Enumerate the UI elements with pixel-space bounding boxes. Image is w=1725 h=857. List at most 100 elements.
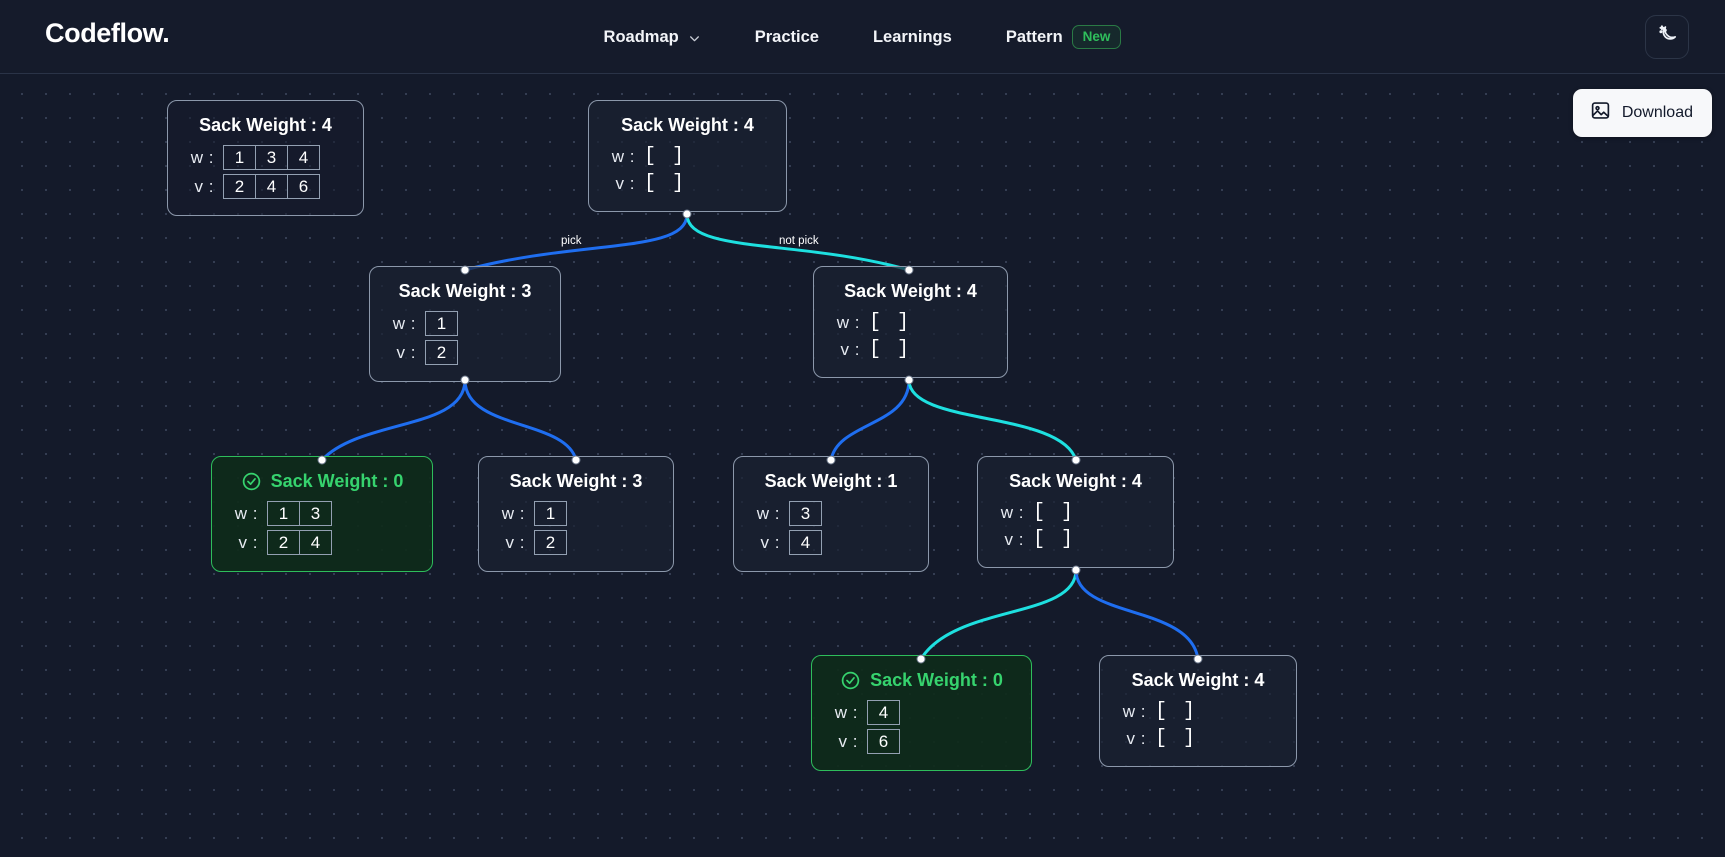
node-title-text: Sack Weight : 4: [844, 281, 977, 302]
array-row: w :1: [499, 501, 653, 526]
array-cell: 2: [223, 174, 256, 199]
array-row: v :4: [754, 530, 908, 555]
array-key: w :: [754, 504, 780, 524]
image-icon: [1590, 100, 1611, 126]
check-circle-icon: [241, 471, 262, 492]
edge-pick: [1076, 570, 1198, 659]
node-title-text: Sack Weight : 0: [271, 471, 404, 492]
empty-array: [ ]: [1155, 700, 1197, 723]
array-cells: 6: [867, 729, 900, 754]
node-handle[interactable]: [461, 376, 470, 385]
navbar: Codeflow. Roadmap Practice Learnings Pat…: [0, 0, 1725, 74]
node-handle[interactable]: [461, 266, 470, 275]
node-title: Sack Weight : 4: [834, 281, 987, 302]
tree-node-n-rl[interactable]: Sack Weight : 1 w : 3 v :4: [733, 456, 929, 572]
array-key: w :: [832, 703, 858, 723]
node-title-text: Sack Weight : 4: [1132, 670, 1265, 691]
array-key: v :: [834, 340, 860, 360]
array-key: v :: [998, 530, 1024, 550]
empty-array: [ ]: [644, 145, 686, 168]
array-row: w : 3: [754, 501, 908, 526]
edge-not-pick: [921, 570, 1076, 659]
edge-pick: [322, 380, 465, 460]
tree-node-root[interactable]: Sack Weight : 4w :[ ]v :[ ]: [588, 100, 787, 212]
array-cell: 2: [267, 530, 300, 555]
array-row: w : 4: [832, 700, 1011, 725]
array-cells: 24: [267, 530, 332, 555]
node-handle[interactable]: [683, 210, 692, 219]
array-key: w :: [188, 148, 214, 168]
node-handle[interactable]: [905, 266, 914, 275]
array-cells: 3: [789, 501, 822, 526]
flow-canvas[interactable]: pick not pick Sack Weight : 4w :134v :24…: [0, 74, 1725, 857]
array-row: v :6: [832, 729, 1011, 754]
node-title-text: Sack Weight : 4: [621, 115, 754, 136]
array-row: v :[ ]: [1120, 727, 1276, 750]
array-row: v :2: [390, 340, 540, 365]
array-key: w :: [390, 314, 416, 334]
array-cells: 246: [223, 174, 320, 199]
array-cell: 2: [534, 530, 567, 555]
tree-node-n-r[interactable]: Sack Weight : 4w :[ ]v :[ ]: [813, 266, 1008, 378]
array-cells: 2: [534, 530, 567, 555]
array-cell: 4: [299, 530, 332, 555]
tree-node-n-rrr[interactable]: Sack Weight : 4w :[ ]v :[ ]: [1099, 655, 1297, 767]
tree-node-n-rrl[interactable]: Sack Weight : 0 w : 4 v :6: [811, 655, 1032, 771]
array-cells: 13: [267, 501, 332, 526]
download-button[interactable]: Download: [1573, 89, 1712, 137]
array-key: v :: [754, 533, 780, 553]
node-title: Sack Weight : 4: [998, 471, 1153, 492]
tree-node-n-rr[interactable]: Sack Weight : 4 w : [ ] v :[ ]: [977, 456, 1174, 568]
nav-item-label: Roadmap: [604, 28, 679, 47]
node-title: Sack Weight : 0: [232, 471, 412, 492]
array-row: v :[ ]: [834, 338, 987, 361]
tree-node-legend[interactable]: Sack Weight : 4w :134v :246: [167, 100, 364, 216]
nav-item-learnings[interactable]: Learnings: [873, 28, 952, 47]
array-cells: 1: [534, 501, 567, 526]
empty-array: [ ]: [1155, 727, 1197, 750]
empty-array: [ ]: [1033, 501, 1075, 524]
empty-array: [ ]: [869, 311, 911, 334]
array-cell: 3: [299, 501, 332, 526]
nav-item-pattern[interactable]: Pattern New: [1006, 25, 1122, 50]
chevron-down-icon: [688, 31, 701, 44]
node-handle[interactable]: [1194, 655, 1203, 664]
array-row: v :[ ]: [609, 172, 766, 195]
array-row: v :[ ]: [998, 528, 1153, 551]
node-handle[interactable]: [318, 456, 327, 465]
array-key: v :: [499, 533, 525, 553]
node-title-text: Sack Weight : 0: [870, 670, 1003, 691]
array-cell: 1: [267, 501, 300, 526]
array-key: v :: [390, 343, 416, 363]
nav-item-practice[interactable]: Practice: [755, 28, 819, 47]
node-handle[interactable]: [572, 456, 581, 465]
download-label: Download: [1622, 104, 1693, 122]
node-title: Sack Weight : 4: [1120, 670, 1276, 691]
array-key: w :: [998, 503, 1024, 523]
node-title: Sack Weight : 4: [188, 115, 343, 136]
node-handle[interactable]: [917, 655, 926, 664]
node-handle[interactable]: [1072, 566, 1081, 575]
new-badge: New: [1072, 25, 1122, 50]
nav-item-label: Learnings: [873, 28, 952, 47]
tree-node-n-lr[interactable]: Sack Weight : 3w :1v :2: [478, 456, 674, 572]
array-cell: 1: [534, 501, 567, 526]
moon-stars-icon: [1656, 23, 1679, 51]
array-row: v :24: [232, 530, 412, 555]
tree-node-n-ll[interactable]: Sack Weight : 0 w :13 v :24: [211, 456, 433, 572]
array-row: w : 1: [390, 311, 540, 336]
node-title: Sack Weight : 1: [754, 471, 908, 492]
array-cells: 1: [425, 311, 458, 336]
node-handle[interactable]: [905, 376, 914, 385]
array-key: w :: [1120, 702, 1146, 722]
array-cell: 6: [867, 729, 900, 754]
node-handle[interactable]: [827, 456, 836, 465]
tree-node-n-l[interactable]: Sack Weight : 3w :1v :2: [369, 266, 561, 382]
node-handle[interactable]: [1072, 456, 1081, 465]
nav-item-roadmap[interactable]: Roadmap: [604, 28, 701, 47]
array-row: w :134: [188, 145, 343, 170]
theme-toggle-button[interactable]: [1645, 15, 1689, 59]
array-row: w :13: [232, 501, 412, 526]
array-cell: 4: [287, 145, 320, 170]
array-cell: 4: [867, 700, 900, 725]
